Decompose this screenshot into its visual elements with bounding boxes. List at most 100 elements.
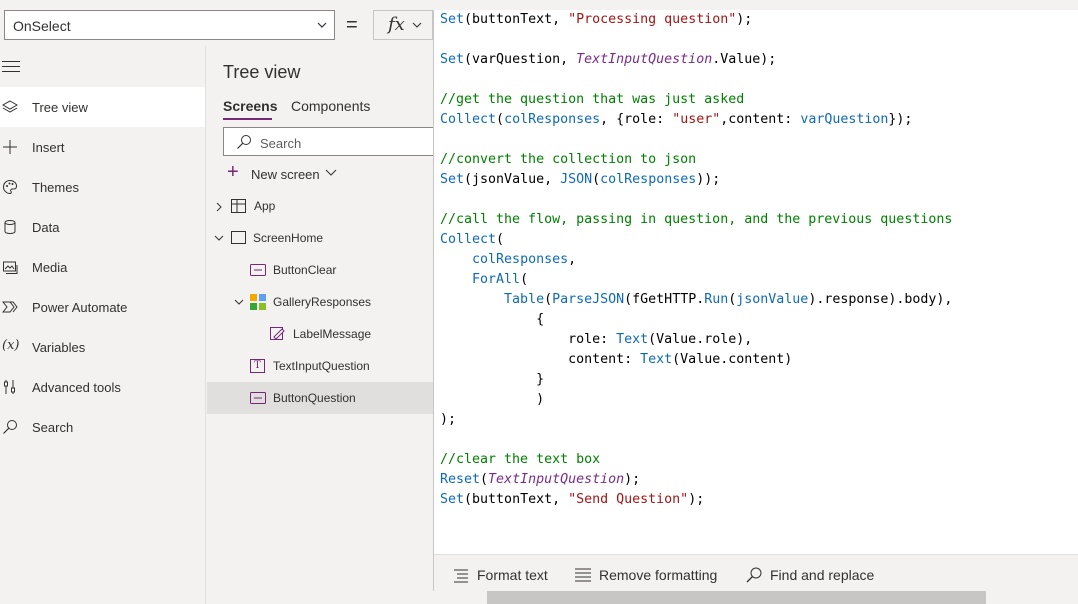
chevron-down-icon — [412, 22, 422, 28]
tree-node-screenhome[interactable]: ScreenHome — [207, 222, 433, 254]
code-text-token: }); — [888, 112, 913, 127]
code-line: ForAll( — [440, 270, 952, 290]
code-line: ​ — [440, 130, 952, 150]
code-function-token: Text — [640, 352, 673, 367]
chevron-down-icon — [317, 22, 327, 28]
tree-node-textinputquestion[interactable]: T TextInputQuestion — [207, 350, 433, 382]
chevron-right-icon[interactable] — [215, 202, 223, 212]
property-dropdown[interactable]: OnSelect — [4, 10, 335, 40]
palette-icon — [2, 179, 18, 195]
property-dropdown-value: OnSelect — [13, 18, 71, 34]
code-control-token: TextInputQuestion — [576, 52, 713, 67]
nav-insert[interactable]: Insert — [0, 127, 205, 167]
media-icon — [3, 261, 18, 274]
tree-node-label: ButtonQuestion — [273, 391, 356, 405]
left-navigation: Tree view Insert Themes Data Media Power… — [0, 46, 206, 604]
code-comment-token: //get the question that was just asked — [440, 92, 745, 107]
code-variable-token: colResponses — [600, 172, 697, 187]
code-text-token: } — [440, 372, 545, 387]
code-text-token: (Value.role), — [648, 332, 753, 347]
variables-icon: (x) — [2, 338, 20, 353]
nav-tree-view[interactable]: Tree view — [0, 87, 205, 127]
code-function-token: Collect — [440, 112, 497, 127]
tree-node-buttonquestion[interactable]: ButtonQuestion — [207, 382, 433, 414]
code-text-token: ( — [496, 112, 505, 127]
code-text-token: role: — [440, 332, 617, 347]
code-function-token: Collect — [440, 232, 497, 247]
tree-node-app[interactable]: App — [207, 190, 433, 222]
code-control-token: TextInputQuestion — [488, 472, 625, 487]
code-line: Set(buttonText, "Processing question"); — [440, 10, 952, 30]
fx-icon: fx — [388, 14, 405, 35]
label-icon — [270, 327, 285, 340]
code-function-token: Table — [504, 292, 545, 307]
format-text-label: Format text — [477, 567, 548, 583]
nav-media[interactable]: Media — [0, 247, 205, 287]
code-text-token: )); — [696, 172, 721, 187]
code-line: } — [440, 370, 952, 390]
fx-button[interactable]: fx — [373, 10, 433, 40]
code-line: ); — [440, 410, 952, 430]
tree-node-buttonclear[interactable]: ButtonClear — [207, 254, 433, 286]
nav-label: Themes — [32, 180, 79, 195]
code-line: Table(ParseJSON(fGetHTTP.Run(jsonValue).… — [440, 290, 952, 310]
code-line: content: Text(Value.content) — [440, 350, 952, 370]
tree-node-label: LabelMessage — [293, 327, 372, 341]
code-line: Set(jsonValue, JSON(colResponses)); — [440, 170, 952, 190]
find-replace-label: Find and replace — [770, 567, 875, 583]
format-text-icon — [454, 569, 468, 583]
code-text-token: (varQuestion, — [464, 52, 577, 67]
tab-screens[interactable]: Screens — [223, 98, 277, 114]
code-text-token: ( — [480, 472, 489, 487]
code-text-token: (buttonText, — [464, 492, 569, 507]
app-icon — [231, 199, 246, 213]
code-text-token: (Value.content) — [672, 352, 793, 367]
code-line: ​ — [440, 30, 952, 50]
code-line: colResponses, — [440, 250, 952, 270]
code-string-token: "Processing question" — [568, 12, 737, 27]
tree-node-galleryresponses[interactable]: GalleryResponses — [207, 286, 433, 318]
nav-themes[interactable]: Themes — [0, 167, 205, 207]
code-function-token: ParseJSON — [552, 292, 625, 307]
remove-formatting-icon — [575, 568, 591, 582]
nav-variables[interactable]: (x) Variables — [0, 327, 205, 367]
code-text-token: , {role: — [600, 112, 673, 127]
nav-label: Media — [32, 260, 68, 275]
gallery-icon — [250, 294, 266, 310]
nav-label: Search — [32, 420, 74, 435]
tree-node-label: GalleryResponses — [273, 295, 372, 309]
code-function-token: Reset — [440, 472, 481, 487]
code-line: role: Text(Value.role), — [440, 330, 952, 350]
nav-advanced-tools[interactable]: Advanced tools — [0, 367, 205, 407]
code-text-token: ,content: — [720, 112, 801, 127]
code-string-token: "Send Question" — [568, 492, 689, 507]
tree-search-input[interactable]: Search — [223, 127, 438, 156]
plus-icon: + — [227, 161, 239, 183]
hamburger-menu-icon[interactable] — [2, 61, 20, 76]
code-text-token: ); — [688, 492, 705, 507]
tree-node-label: ButtonClear — [273, 263, 337, 277]
code-function-token: Set — [440, 172, 465, 187]
screen-icon — [231, 231, 246, 244]
chevron-down-icon[interactable] — [214, 234, 224, 242]
button-icon — [250, 264, 266, 276]
nav-search[interactable]: Search — [0, 407, 205, 447]
formula-editor[interactable]: Set(buttonText, "Processing question");​… — [433, 10, 1078, 554]
code-line: //clear the text box — [440, 450, 952, 470]
code-line: ​ — [440, 430, 952, 450]
nav-power-automate[interactable]: Power Automate — [0, 287, 205, 327]
chevron-down-icon[interactable] — [234, 298, 244, 306]
tree-node-label: ScreenHome — [253, 231, 324, 245]
code-text-token: ( — [544, 292, 553, 307]
layers-icon — [2, 100, 18, 113]
code-comment-token: //call the flow, passing in question, an… — [440, 212, 953, 227]
chevron-down-icon — [325, 169, 337, 176]
tab-components[interactable]: Components — [291, 98, 370, 114]
horizontal-scrollbar[interactable] — [487, 591, 986, 604]
code-lines: Set(buttonText, "Processing question");​… — [440, 10, 952, 510]
code-variable-token: colResponses — [472, 252, 569, 267]
nav-data[interactable]: Data — [0, 207, 205, 247]
code-comment-token: //clear the text box — [440, 452, 601, 467]
tree-node-labelmessage[interactable]: LabelMessage — [207, 318, 433, 350]
